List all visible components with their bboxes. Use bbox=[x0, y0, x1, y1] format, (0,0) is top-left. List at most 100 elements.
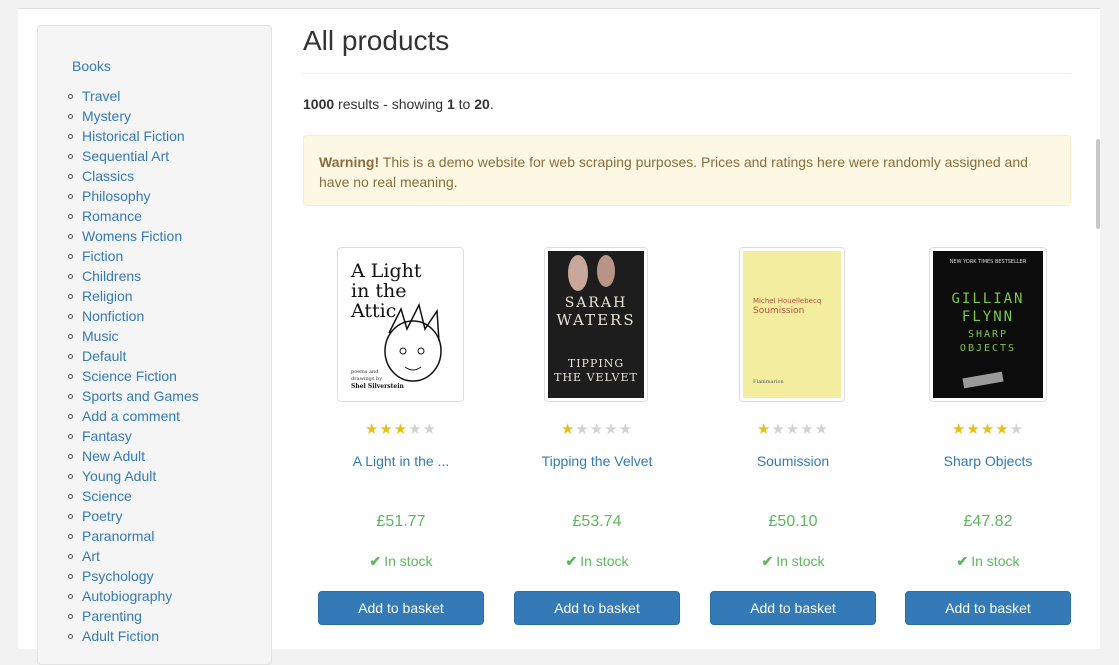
sidebar-category-link[interactable]: Parenting bbox=[64, 606, 199, 626]
add-to-basket-button[interactable]: Add to basket bbox=[710, 591, 876, 625]
sidebar-category-link[interactable]: Classics bbox=[64, 166, 199, 186]
product-title-link[interactable]: A Light in the ... bbox=[303, 453, 499, 469]
sidebar-category-link[interactable]: Childrens bbox=[64, 266, 199, 286]
page-title: All products bbox=[303, 25, 450, 56]
sidebar-category-link[interactable]: Fiction bbox=[64, 246, 199, 266]
sidebar-category-link[interactable]: Art bbox=[64, 546, 199, 566]
cover-text-line: Michel Houellebecq bbox=[753, 297, 821, 305]
product-title-link[interactable]: Sharp Objects bbox=[890, 453, 1086, 469]
sidebar-category-link[interactable]: Travel bbox=[64, 86, 199, 106]
sidebar-category-link[interactable]: New Adult bbox=[64, 446, 199, 466]
sidebar-category-link[interactable]: Mystery bbox=[64, 106, 199, 126]
availability: ✔ In stock bbox=[303, 553, 499, 570]
product-title-link[interactable]: Soumission bbox=[695, 453, 891, 469]
sidebar-category-link[interactable]: Add a comment bbox=[64, 406, 199, 426]
star-icon: ★ bbox=[800, 421, 815, 438]
check-icon: ✔ bbox=[369, 553, 382, 569]
availability: ✔ In stock bbox=[695, 553, 891, 570]
star-icon: ★ bbox=[604, 421, 619, 438]
sidebar-category-link[interactable]: Poetry bbox=[64, 506, 199, 526]
category-list: Travel Mystery Historical Fiction Sequentia… bbox=[64, 86, 199, 646]
results-to: 20 bbox=[474, 96, 490, 112]
star-rating: ★★★★★ bbox=[499, 420, 695, 438]
star-icon: ★ bbox=[422, 421, 438, 438]
product-price: £47.82 bbox=[963, 513, 1013, 530]
cover-image: NEW YORK TIMES BESTSELLER GILLIAN FLYNN … bbox=[933, 251, 1043, 398]
sidebar-category-link[interactable]: Philosophy bbox=[64, 186, 199, 206]
sidebar-category-link[interactable]: Default bbox=[64, 346, 199, 366]
cover-small-text: drawings by bbox=[351, 376, 382, 382]
cover-image: SARAH WATERS TIPPING THE VELVET bbox=[548, 251, 644, 398]
check-icon: ✔ bbox=[565, 553, 578, 569]
product-thumbnail[interactable]: NEW YORK TIMES BESTSELLER GILLIAN FLYNN … bbox=[929, 247, 1047, 402]
alert-strong: Warning! bbox=[319, 154, 380, 170]
product-thumbnail[interactable]: A Light in the Attic poems and drawings … bbox=[337, 247, 464, 402]
star-icon: ★ bbox=[560, 421, 576, 438]
sidebar-category-link[interactable]: Romance bbox=[64, 206, 199, 226]
sidebar-category-link[interactable]: Adult Fiction bbox=[64, 626, 199, 646]
cover-text-line: in the bbox=[351, 280, 406, 302]
product-price: £51.77 bbox=[376, 513, 426, 530]
product-price: £53.74 bbox=[572, 513, 622, 530]
results-total: 1000 bbox=[303, 96, 335, 112]
stock-text: In stock bbox=[580, 553, 629, 569]
sidebar-category-link[interactable]: Music bbox=[64, 326, 199, 346]
availability: ✔ In stock bbox=[499, 553, 695, 570]
cover-text-line: THE VELVET bbox=[554, 371, 638, 384]
cover-small-text: Shel Silverstein bbox=[351, 383, 404, 390]
sidebar-category-link[interactable]: Psychology bbox=[64, 566, 199, 586]
star-icon: ★ bbox=[589, 421, 605, 438]
warning-alert: Warning! This is a demo website for web … bbox=[303, 135, 1071, 206]
sidebar-category-link[interactable]: Fantasy bbox=[64, 426, 199, 446]
cover-text-line: OBJECTS bbox=[960, 343, 1016, 354]
add-to-basket-button[interactable]: Add to basket bbox=[514, 591, 680, 625]
cover-image: Michel Houellebecq Soumission Flammarion bbox=[743, 251, 841, 398]
stock-text: In stock bbox=[971, 553, 1020, 569]
results-end: . bbox=[489, 96, 494, 112]
star-icon: ★ bbox=[379, 421, 394, 438]
sidebar-category-link[interactable]: Sequential Art bbox=[64, 146, 199, 166]
star-icon: ★ bbox=[951, 421, 967, 438]
cover-text-line: Attic bbox=[350, 300, 396, 322]
results-from: 1 bbox=[446, 96, 455, 112]
star-rating: ★★★★★ bbox=[303, 420, 499, 438]
cover-small-text: NEW YORK TIMES BESTSELLER bbox=[950, 259, 1027, 265]
sidebar-category-link[interactable]: Science bbox=[64, 486, 199, 506]
star-rating: ★★★★★ bbox=[890, 420, 1086, 438]
sidebar-category-link[interactable]: Autobiography bbox=[64, 586, 199, 606]
add-to-basket-button[interactable]: Add to basket bbox=[318, 591, 484, 625]
sidebar-category-link[interactable]: Young Adult bbox=[64, 466, 199, 486]
star-icon: ★ bbox=[756, 421, 772, 438]
cover-text-line: SARAH bbox=[565, 295, 628, 311]
cover-image: A Light in the Attic poems and drawings … bbox=[350, 260, 442, 390]
star-rating: ★★★★★ bbox=[695, 420, 891, 438]
sidebar-category-link[interactable]: Womens Fiction bbox=[64, 226, 199, 246]
cover-text-line: Flammarion bbox=[753, 379, 785, 385]
star-icon: ★ bbox=[618, 421, 634, 438]
results-summary: 1000 results - showing 1 to 20. bbox=[303, 96, 494, 112]
cover-text-line: TIPPING bbox=[568, 357, 624, 370]
star-icon: ★ bbox=[364, 421, 380, 438]
product-title-link[interactable]: Tipping the Velvet bbox=[499, 453, 695, 469]
product-card: NEW YORK TIMES BESTSELLER GILLIAN FLYNN … bbox=[890, 247, 1086, 627]
add-to-basket-button[interactable]: Add to basket bbox=[905, 591, 1071, 625]
star-icon: ★ bbox=[575, 421, 590, 438]
sidebar-category-link[interactable]: Historical Fiction bbox=[64, 126, 199, 146]
scrollbar[interactable] bbox=[1096, 139, 1100, 229]
cover-text-line: Soumission bbox=[753, 306, 804, 316]
cover-small-text: poems and bbox=[351, 369, 379, 375]
star-icon: ★ bbox=[771, 421, 786, 438]
sidebar-category-link[interactable]: Science Fiction bbox=[64, 366, 199, 386]
stock-text: In stock bbox=[384, 553, 433, 569]
product-thumbnail[interactable]: Michel Houellebecq Soumission Flammarion bbox=[739, 247, 845, 402]
sidebar-root-books[interactable]: Books bbox=[72, 58, 111, 74]
star-icon: ★ bbox=[1009, 421, 1025, 438]
sidebar-category-link[interactable]: Religion bbox=[64, 286, 199, 306]
sidebar-category-link[interactable]: Paranormal bbox=[64, 526, 199, 546]
sidebar-category-link[interactable]: Nonfiction bbox=[64, 306, 199, 326]
star-icon: ★ bbox=[995, 421, 1010, 438]
cover-text-line: GILLIAN bbox=[951, 291, 1024, 307]
sidebar-category-link[interactable]: Sports and Games bbox=[64, 386, 199, 406]
star-icon: ★ bbox=[966, 421, 981, 438]
product-thumbnail[interactable]: SARAH WATERS TIPPING THE VELVET bbox=[544, 247, 648, 402]
